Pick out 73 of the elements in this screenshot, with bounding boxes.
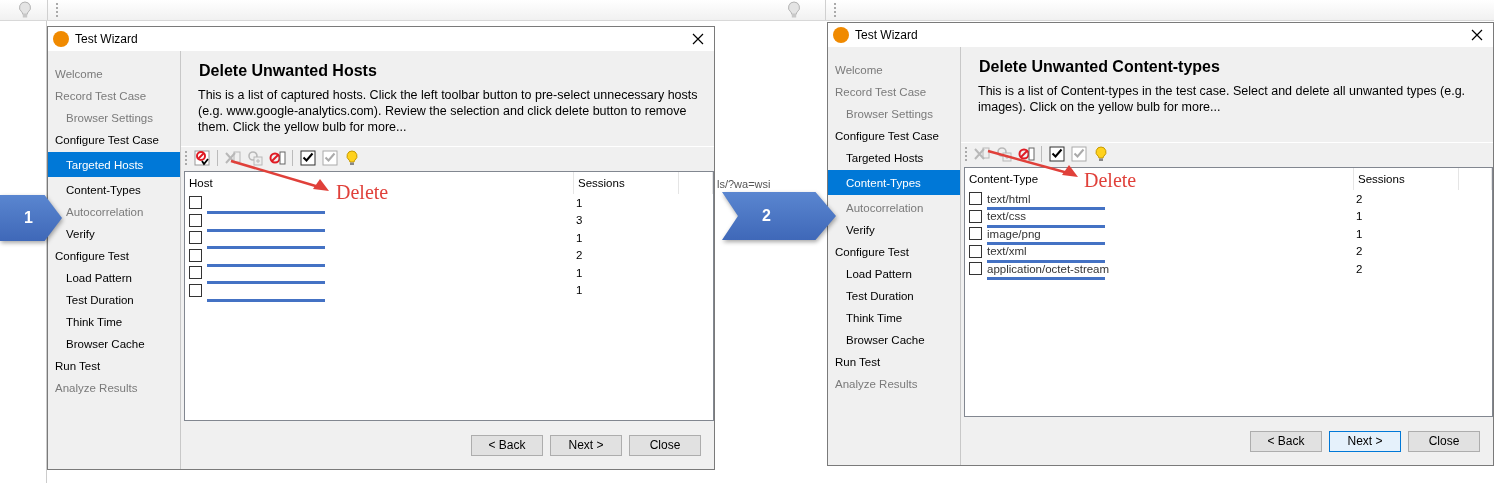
step-marker: 2 <box>722 192 836 240</box>
table-cell-text: 2 <box>1355 192 1364 205</box>
table-cell: text/html <box>987 192 1031 205</box>
annotation-label: Delete <box>1084 169 1137 192</box>
block-icon[interactable] <box>1017 144 1035 163</box>
wizard-step[interactable]: Configure Test <box>833 242 911 261</box>
wizard-step[interactable]: Load Pattern <box>64 268 134 287</box>
wizard-button[interactable]: < Back <box>1250 430 1322 452</box>
checkbox[interactable] <box>189 283 202 297</box>
wizard-step[interactable]: Test Duration <box>64 290 136 309</box>
checkbox[interactable] <box>189 248 202 262</box>
wizard-step[interactable]: Configure Test Case <box>833 126 941 145</box>
checkbox[interactable] <box>969 209 982 223</box>
wizard-step[interactable]: Think Time <box>844 308 905 327</box>
page-heading: Delete Unwanted Content-types <box>978 57 1221 77</box>
table-cell-text: 1 <box>575 266 584 279</box>
wizard-button[interactable]: < Back <box>471 434 543 456</box>
wizard-button[interactable]: Next > <box>1329 430 1401 452</box>
checkbox[interactable] <box>189 196 202 210</box>
wizard-step[interactable]: Think Time <box>64 312 125 331</box>
lightbulb-icon[interactable] <box>343 148 361 167</box>
wizard-step[interactable]: Run Test <box>833 352 883 371</box>
checkbox[interactable] <box>969 192 982 206</box>
page-description: This is a list of captured hosts. Click the left toolbar button to pre-select unnecessary hosts (e.g. www.google-analytics.com). Review the selection and click delete button to remove them. Click the yellow bulb for more... <box>198 87 698 135</box>
table-cell-text: 2 <box>575 249 584 262</box>
wizard-step[interactable]: Configure Test Case <box>53 130 161 149</box>
wizard-step[interactable]: Verify <box>844 220 877 239</box>
lightbulb-icon[interactable] <box>1092 144 1110 163</box>
checkbox-icon[interactable] <box>1048 144 1066 163</box>
wizard-button[interactable]: Close <box>1408 430 1480 452</box>
table-cell: application/octet-stream <box>987 262 1110 275</box>
app-logo-icon <box>53 31 69 47</box>
table-cell-text: 3 <box>575 214 584 227</box>
wizard-button[interactable]: Next > <box>550 434 622 456</box>
wizard-step[interactable]: Run Test <box>53 356 103 375</box>
checkbox[interactable] <box>189 266 202 280</box>
wizard-step[interactable]: Content-Types <box>828 170 960 195</box>
table-cell-text: 2 <box>1355 262 1364 275</box>
wizard-step[interactable]: Load Pattern <box>844 264 914 283</box>
table-cell-text: 1 <box>1355 227 1364 240</box>
page-description: This is a list of Content-types in the test case. Select and delete all unwanted types (e.g. images). Click on the yellow bulb for more... <box>978 83 1467 115</box>
app-logo-icon <box>833 27 849 43</box>
block-icon[interactable] <box>268 148 286 167</box>
wizard-step[interactable]: Configure Test <box>53 246 131 265</box>
column-header[interactable]: Sessions <box>574 172 679 194</box>
column-header[interactable]: Sessions <box>1354 168 1459 190</box>
wizard-step[interactable]: Targeted Hosts <box>48 152 180 177</box>
table-cell-text: 1 <box>575 284 584 297</box>
table-cell: text/xml <box>987 245 1027 258</box>
wizard-button[interactable]: Close <box>629 434 701 456</box>
checkbox-icon[interactable] <box>299 148 317 167</box>
wizard-step[interactable]: Targeted Hosts <box>844 148 926 167</box>
checkbox[interactable] <box>969 244 982 258</box>
wizard-step[interactable]: Test Duration <box>844 286 916 305</box>
table-cell-text: 1 <box>575 196 584 209</box>
wizard-step[interactable]: Browser Cache <box>844 330 927 349</box>
table-cell-text: 1 <box>575 231 584 244</box>
window-title: Test Wizard <box>855 28 919 42</box>
page-heading: Delete Unwanted Hosts <box>198 61 378 81</box>
table-cell-text: 2 <box>1355 245 1364 258</box>
wizard-step[interactable]: Verify <box>64 224 97 243</box>
wizard-step[interactable]: Content-Types <box>64 180 143 199</box>
window-title: Test Wizard <box>75 32 139 46</box>
preselect-icon[interactable] <box>193 148 211 167</box>
table-cell: text/css <box>987 210 1026 223</box>
url-text: ls/?wa=wsi <box>717 178 771 190</box>
table-cell-text: 1 <box>1355 210 1364 223</box>
checkbox[interactable] <box>189 213 202 227</box>
checkbox[interactable] <box>969 227 982 241</box>
wizard-step[interactable]: Browser Cache <box>64 334 147 353</box>
checkbox[interactable] <box>969 262 982 276</box>
checkbox[interactable] <box>189 231 202 245</box>
table-cell: image/png <box>987 227 1041 240</box>
